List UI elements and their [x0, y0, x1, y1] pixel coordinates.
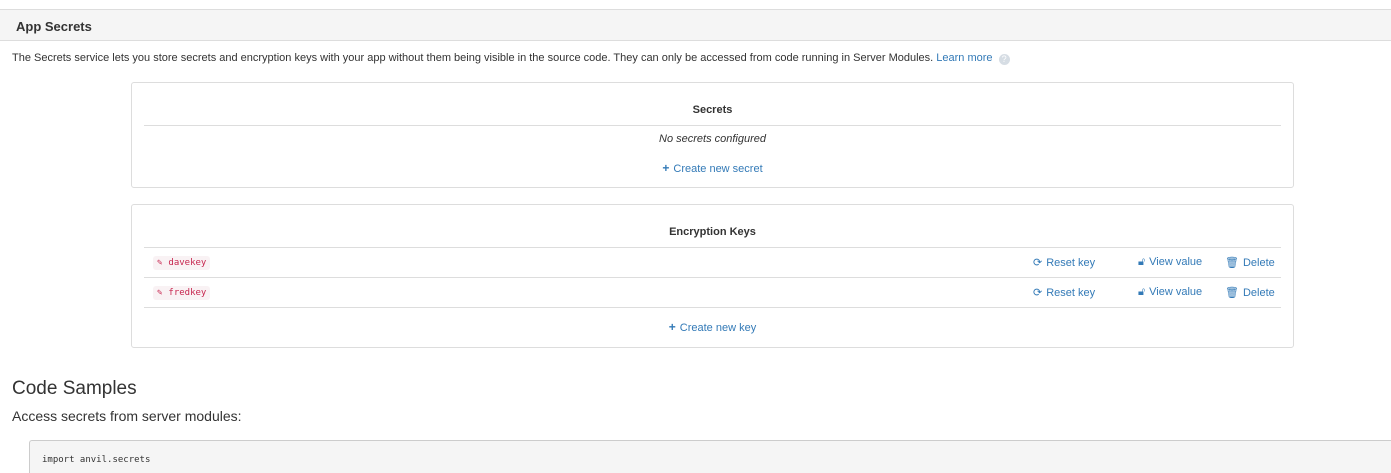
trash-icon: 🗑︎ — [1225, 257, 1239, 269]
create-secret-button[interactable]: + Create new secret — [662, 161, 763, 175]
create-key-label: Create new key — [679, 322, 757, 334]
secrets-panel-title: Secrets — [692, 104, 733, 116]
keys-panel-title: Encryption Keys — [669, 226, 756, 238]
key-name-label: davekey — [168, 258, 207, 268]
intro-paragraph: The Secrets service lets you store secre… — [12, 52, 1010, 65]
code-samples-heading: Code Samples — [12, 378, 137, 399]
create-secret-label: Create new secret — [673, 163, 763, 175]
key-name-davekey[interactable]: ✎ davekey — [153, 256, 211, 270]
delete-key-button[interactable]: 🗑︎ Delete — [1225, 286, 1275, 299]
reset-key-label: Reset key — [1046, 257, 1096, 269]
delete-key-label: Delete — [1242, 287, 1275, 299]
reset-key-button[interactable]: ⟳ Reset key — [1033, 286, 1095, 299]
intro-text: The Secrets service lets you store secre… — [12, 52, 934, 64]
section-title: App Secrets — [16, 19, 92, 34]
secrets-panel: Secrets No secrets configured + Create ne… — [131, 82, 1294, 188]
view-value-button[interactable]: 🔓︎ View value — [1138, 256, 1202, 269]
create-key-button[interactable]: + Create new key — [668, 320, 757, 334]
code-line: import anvil.secrets — [42, 455, 151, 465]
plus-icon: + — [668, 320, 676, 334]
view-value-label: View value — [1149, 286, 1203, 298]
no-secrets-message: No secrets configured — [659, 133, 766, 145]
key-name-fredkey[interactable]: ✎ fredkey — [153, 286, 211, 300]
help-icon[interactable]: ? — [998, 54, 1010, 65]
learn-more-link[interactable]: Learn more — [936, 52, 992, 64]
key-row: ✎ davekey ⟳ Reset key 🔓︎ View value 🗑︎ Delet… — [144, 248, 1281, 277]
divider — [144, 125, 1281, 126]
code-block: import anvil.secrets — [29, 440, 1391, 473]
reset-key-button[interactable]: ⟳ Reset key — [1033, 256, 1095, 269]
view-value-label: View value — [1149, 256, 1203, 268]
code-samples-subtitle: Access secrets from server modules: — [12, 408, 242, 424]
unlock-icon: 🔓︎ — [1138, 286, 1146, 298]
divider — [144, 307, 1281, 308]
section-header: App Secrets — [0, 9, 1391, 41]
delete-key-label: Delete — [1242, 257, 1275, 269]
pencil-icon: ✎ — [157, 258, 163, 268]
reset-key-label: Reset key — [1046, 287, 1096, 299]
unlock-icon: 🔓︎ — [1138, 256, 1146, 268]
pencil-icon: ✎ — [157, 288, 163, 298]
key-name-label: fredkey — [168, 288, 207, 298]
refresh-icon: ⟳ — [1033, 257, 1043, 269]
trash-icon: 🗑︎ — [1225, 287, 1239, 299]
encryption-keys-panel: Encryption Keys ✎ davekey ⟳ Reset key 🔓︎ Vi… — [131, 204, 1294, 348]
plus-icon: + — [662, 161, 670, 175]
key-row: ✎ fredkey ⟳ Reset key 🔓︎ View value 🗑︎ Delet… — [144, 278, 1281, 307]
delete-key-button[interactable]: 🗑︎ Delete — [1225, 256, 1275, 269]
refresh-icon: ⟳ — [1033, 287, 1043, 299]
view-value-button[interactable]: 🔓︎ View value — [1138, 286, 1202, 299]
